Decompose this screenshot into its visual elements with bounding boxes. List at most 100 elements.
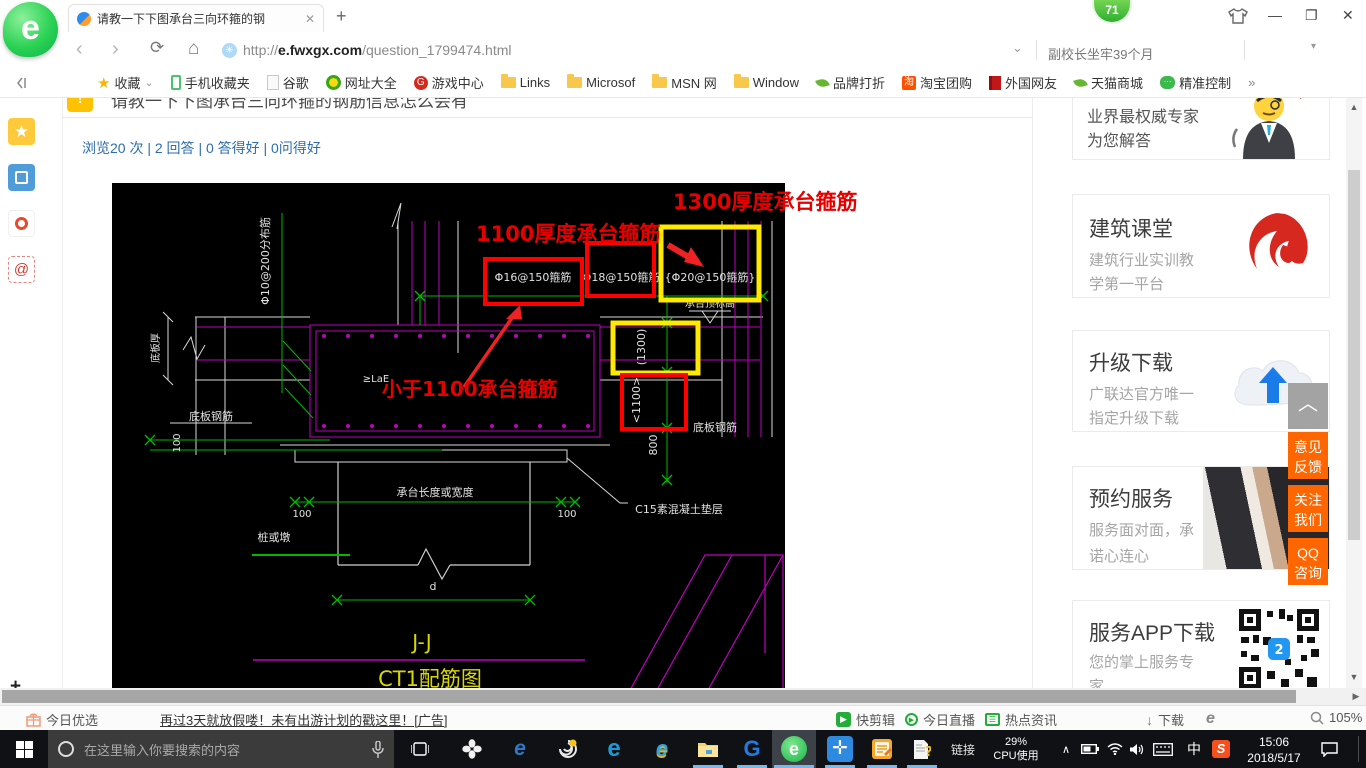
links-toolbar-label[interactable]: 链接 (940, 730, 986, 768)
bookmark-brand-discount[interactable]: 品牌打折 (815, 73, 885, 92)
expert-card[interactable]: 业界最权威专家 为您解答 (1072, 98, 1330, 160)
minimize-button[interactable]: — (1268, 6, 1282, 24)
download-item[interactable]: ↓ 下载 (1146, 710, 1184, 729)
bookmark-folder-windows[interactable]: Window (733, 74, 799, 90)
folder-icon (500, 74, 516, 88)
bookmark-game-center[interactable]: G 游戏中心 (413, 73, 484, 92)
chevron-down-icon[interactable]: ⌄ (1012, 40, 1023, 56)
refresh-icon[interactable]: ⟳ (150, 38, 164, 58)
dim-800: 800 (647, 435, 660, 456)
browser-logo-icon[interactable]: e (3, 2, 58, 57)
taskbar-search-box[interactable]: 在这里输入你要搜索的内容 (48, 730, 394, 768)
bookmark-taobao[interactable]: 淘 淘宝团购 (902, 73, 972, 92)
app-glodon-g[interactable]: G (730, 730, 774, 768)
horizontal-scroll-thumb[interactable] (2, 690, 1296, 703)
cross-app-icon: ✛ (827, 736, 853, 762)
bookmark-google[interactable]: 谷歌 (266, 73, 309, 92)
taobao-icon: 淘 (902, 75, 917, 90)
ime-indicator[interactable]: 中 (1182, 730, 1206, 768)
hot-search-text[interactable]: 副校长坐牢39个月 (1048, 44, 1153, 63)
skin-theme-icon[interactable] (1228, 8, 1248, 24)
vertical-scrollbar[interactable]: ▲ ▼ (1346, 98, 1362, 688)
qq-consult-button[interactable]: QQ 咨询 (1288, 538, 1328, 585)
collapse-sidebar-icon[interactable] (14, 76, 28, 90)
app-notes[interactable] (860, 730, 904, 768)
start-button[interactable] (0, 730, 48, 768)
back-icon[interactable]: ‹ (76, 38, 83, 61)
tab-close-icon[interactable]: ✕ (305, 12, 315, 26)
page-zoom-item[interactable]: 105% (1310, 710, 1362, 725)
figure-title: CT1配筋图 (378, 667, 482, 690)
show-desktop-divider[interactable] (1358, 736, 1359, 762)
quick-edit-item[interactable]: ▶ 快剪辑 (836, 710, 895, 729)
question-drawing-image[interactable]: Φ16@150箍筋 Φ18@150箍筋 {Φ20@150箍筋} 承台顶标高 Φ1… (112, 183, 870, 690)
bookmarks-overflow-icon[interactable]: » (1248, 75, 1255, 90)
home-icon[interactable]: ⌂ (188, 38, 199, 60)
hot-news-item[interactable]: ☰ 热点资讯 (985, 710, 1057, 729)
forward-icon[interactable]: › (112, 38, 119, 61)
app-file-explorer[interactable] (686, 730, 730, 768)
scroll-down-icon[interactable]: ▼ (1346, 672, 1362, 682)
vertical-scroll-thumb[interactable] (1348, 170, 1360, 540)
battery-icon[interactable] (1078, 730, 1102, 768)
dim-100-b: 100 (557, 509, 576, 520)
course-card[interactable]: 建筑课堂 建筑行业实训教 学第一平台 (1072, 194, 1330, 298)
restore-button[interactable]: ❐ (1305, 6, 1318, 24)
bookmark-tmall[interactable]: 天猫商城 (1073, 73, 1143, 92)
page-viewport: ★ @ + ! 请教一下下图承台三向环箍的钢筋信息怎么会有 浏览20 次 | 2… (0, 98, 1366, 705)
ie-open-icon[interactable]: e (1206, 710, 1215, 728)
back-to-top-button[interactable]: ︿ (1288, 383, 1328, 429)
notification-center-icon[interactable] (1314, 730, 1344, 768)
bookmark-folder-msn[interactable]: MSN 网 (652, 73, 717, 92)
bookmark-site-directory[interactable]: 网址大全 (325, 73, 397, 92)
question-title-row: ! 请教一下下图承台三向环箍的钢筋信息怎么会有 (63, 98, 1032, 118)
close-button[interactable]: ✕ (1342, 6, 1354, 24)
tray-chevron-icon[interactable]: ∧ (1056, 730, 1076, 768)
browser-tab[interactable]: 请教一下下图承台三向环箍的钢 ✕ (68, 4, 324, 32)
share-weibo-icon[interactable] (8, 210, 35, 237)
annotation-1100: 1100厚度承台箍筋 (476, 222, 660, 246)
bookmark-mobile-favorites[interactable]: 手机收藏夹 (170, 73, 250, 92)
scroll-up-icon[interactable]: ▲ (1346, 102, 1362, 112)
pinned-app-edge[interactable]: e (592, 730, 636, 768)
site-safety-icon[interactable]: ✳ (222, 42, 237, 58)
follow-us-button[interactable]: 关注 我们 (1288, 485, 1328, 532)
browser-titlebar: 请教一下下图承台三向环箍的钢 ✕ + 71 — ❐ ✕ (0, 0, 1366, 32)
app-browser-active[interactable]: e (772, 730, 816, 768)
new-tab-button[interactable]: + (336, 6, 347, 27)
share-qzone-star-icon[interactable]: ★ (8, 118, 35, 145)
pinned-app-ie[interactable]: e (640, 730, 684, 768)
scroll-right-icon[interactable]: ▶ (1346, 688, 1366, 705)
undo-caret-icon[interactable]: ▾ (1311, 41, 1316, 52)
share-layout-icon[interactable] (8, 164, 35, 191)
touch-keyboard-icon[interactable] (1150, 730, 1176, 768)
bookmark-folder-microsoft[interactable]: Microsof (567, 74, 635, 90)
live-item[interactable]: ▶ 今日直播 (905, 710, 975, 729)
bookmark-precise-control[interactable]: ··· 精准控制 (1160, 73, 1231, 92)
cpu-widget[interactable]: 29% CPU使用 (988, 730, 1044, 768)
app-service-cross[interactable]: ✛ (818, 730, 862, 768)
bookmark-folder-links[interactable]: Links (500, 74, 550, 90)
feedback-button[interactable]: 意见 反馈 (1288, 432, 1328, 479)
pinned-app-pinwheel[interactable] (450, 730, 494, 768)
task-view-button[interactable] (398, 730, 442, 768)
volume-icon[interactable] (1126, 730, 1148, 768)
microphone-icon[interactable] (372, 740, 384, 758)
ad-link[interactable]: 再过3天就放假喽！未有出游计划的戳这里！[广告] (160, 710, 447, 729)
share-at-icon[interactable]: @ (8, 256, 35, 283)
app-help-doc[interactable]: ? (900, 730, 944, 768)
pinned-app-safety-spiral[interactable] (546, 730, 590, 768)
address-bar[interactable]: ✳ http://e.fwxgx.com/question_1799474.ht… (222, 37, 512, 63)
sogou-input-icon[interactable]: S (1208, 730, 1234, 768)
app-download-card[interactable]: 服务APP下载 您的掌上服务专 家 2 (1072, 600, 1330, 695)
expert-line2: 为您解答 (1087, 133, 1152, 150)
speed-score-badge[interactable]: 71 (1092, 0, 1132, 24)
bookmark-foreign-friends[interactable]: 外国网友 (989, 73, 1057, 92)
clock-widget[interactable]: 15:06 2018/5/17 (1238, 730, 1310, 768)
pinned-app-ie-dark[interactable]: e (498, 730, 542, 768)
wifi-icon[interactable] (1104, 730, 1126, 768)
bookmark-favorites[interactable]: ★ 收藏 ⌄ (97, 73, 154, 92)
daily-pick-item[interactable]: 今日优选 (26, 710, 98, 729)
url-text[interactable]: http://e.fwxgx.com/question_1799474.html (243, 42, 512, 58)
horizontal-scrollbar[interactable] (0, 688, 1346, 705)
